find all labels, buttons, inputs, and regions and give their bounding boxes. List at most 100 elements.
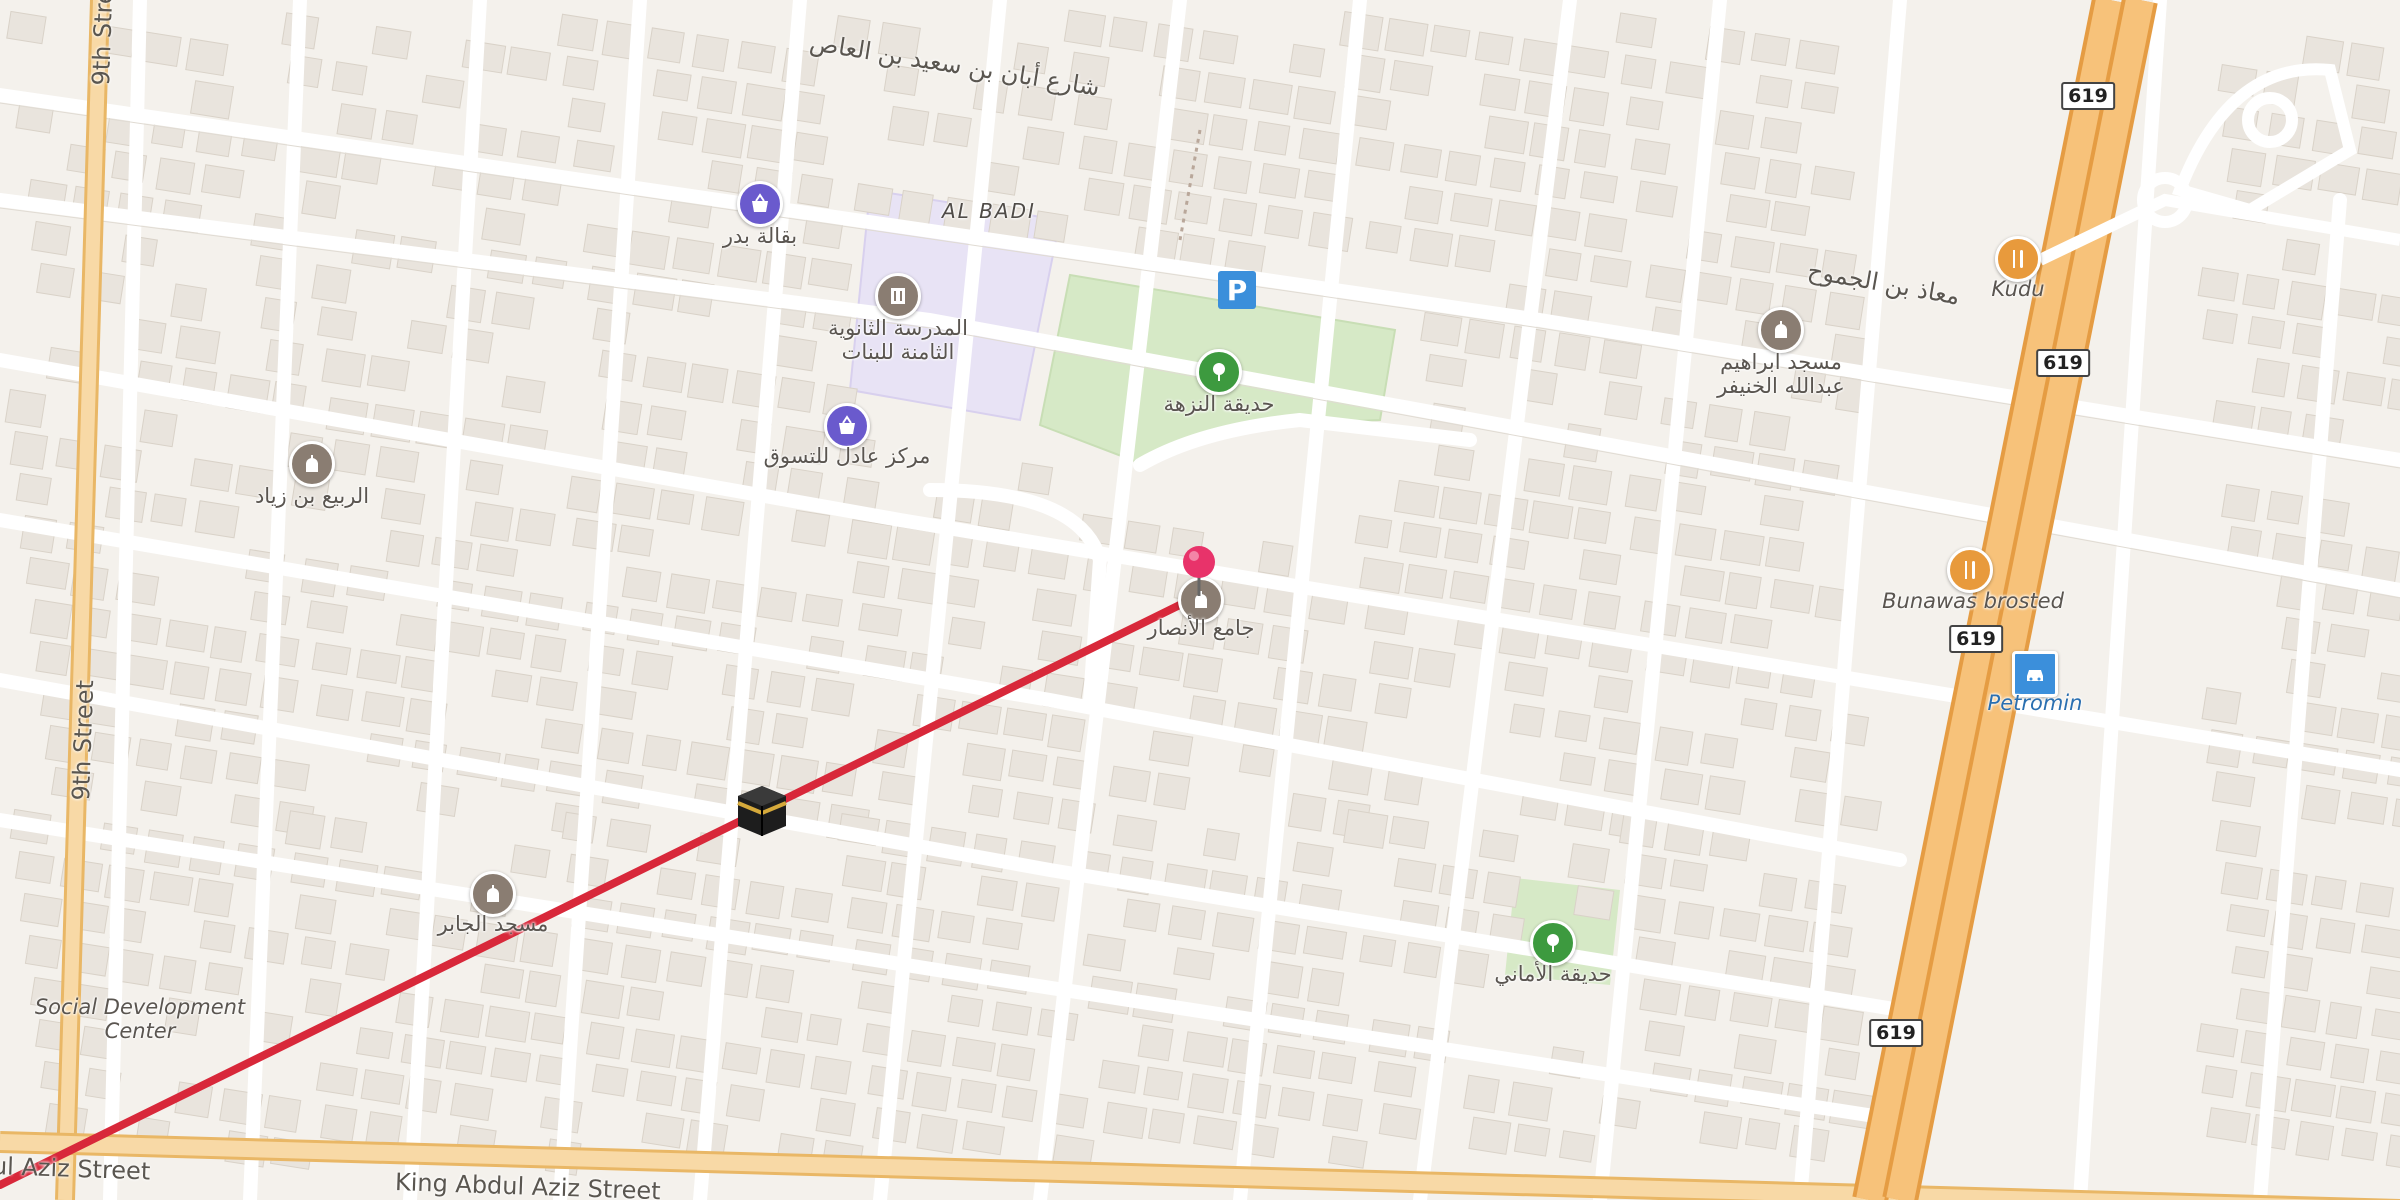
building-block: [1800, 81, 1839, 114]
building-block: [481, 207, 526, 246]
building-block: [9, 430, 49, 470]
mosque-icon[interactable]: [289, 441, 335, 487]
building-block: [315, 1062, 358, 1097]
building-block: [225, 752, 263, 785]
building-block: [567, 97, 606, 133]
building-block: [1293, 85, 1336, 125]
building-block: [771, 712, 808, 749]
tree-icon[interactable]: [1196, 349, 1242, 395]
building-block: [1047, 714, 1086, 753]
building-block: [791, 509, 831, 547]
building-block: [2357, 126, 2398, 160]
building-block: [911, 1071, 952, 1112]
building-block: [2281, 238, 2321, 276]
building-block: [320, 1104, 358, 1143]
building-block: [2290, 1078, 2337, 1118]
shopping-basket-icon[interactable]: [737, 181, 783, 227]
building-block: [1253, 120, 1291, 156]
building-block: [1373, 1061, 1417, 1098]
building-block: [1264, 204, 1304, 239]
building-block: [810, 1055, 852, 1095]
building-block: [1359, 557, 1404, 595]
poi-label-mosque-ibrahim: مسجد ابراهيم عبدالله الخنيفر: [1717, 350, 1845, 399]
poi-label-social-center: Social Development Center: [34, 995, 246, 1044]
poi-label-petromin: Petromin: [1987, 691, 2083, 715]
building-block: [2325, 1001, 2362, 1040]
building-block: [2247, 315, 2286, 350]
building-block: [1063, 9, 1107, 48]
building-block: [686, 363, 729, 404]
building-block: [952, 1036, 996, 1073]
building-block: [1599, 339, 1643, 379]
building-block: [968, 784, 1004, 818]
building-block: [1292, 841, 1334, 877]
building-block: [1573, 507, 1612, 545]
mosque-icon[interactable]: [470, 871, 516, 917]
building-block: [1008, 749, 1048, 782]
building-block: [1740, 698, 1778, 731]
building-block: [1699, 1111, 1743, 1150]
street-label-9th-top: 9th Street: [87, 0, 120, 86]
building-block: [1123, 520, 1161, 554]
building-block: [807, 257, 853, 291]
building-block: [395, 613, 440, 652]
building-block: [1523, 458, 1566, 497]
building-block: [311, 264, 352, 304]
building-block: [1824, 291, 1865, 331]
building-block: [1545, 248, 1582, 282]
building-block: [1504, 661, 1548, 697]
building-block: [1719, 530, 1765, 566]
building-block: [1399, 521, 1442, 558]
building-block: [591, 1063, 629, 1097]
mosque-icon[interactable]: [1758, 307, 1804, 353]
parking-icon[interactable]: P: [1218, 271, 1256, 309]
building-block: [2266, 490, 2304, 525]
building-block: [315, 684, 354, 722]
building-block: [380, 487, 426, 525]
building-block: [641, 734, 682, 772]
building-block: [1593, 675, 1634, 713]
building-block: [1112, 814, 1158, 852]
poi-label-adel-center: مركز عادل للتسوق: [763, 444, 931, 468]
building-block: [1003, 707, 1048, 741]
building-block: [2202, 309, 2238, 344]
building-block: [1665, 61, 1711, 100]
building-block: [1400, 143, 1443, 179]
building-block: [947, 616, 986, 650]
building-block: [445, 1040, 487, 1075]
building-block: [449, 1082, 494, 1122]
restaurant-icon[interactable]: [1995, 236, 2041, 282]
school-icon[interactable]: [875, 273, 921, 319]
building-block: [355, 1027, 394, 1060]
building-block: [2336, 707, 2380, 744]
building-block: [321, 348, 366, 388]
poi-label-park-nuzha: حديقة النزهة: [1163, 392, 1275, 416]
tree-icon[interactable]: [1530, 920, 1576, 966]
building-block: [1258, 162, 1301, 199]
building-block: [1554, 332, 1591, 371]
building-block: [330, 817, 368, 853]
building-block: [1730, 614, 1773, 649]
building-block: [806, 1013, 842, 1046]
building-block: [1182, 653, 1224, 693]
building-block: [1824, 1047, 1860, 1081]
building-block: [2286, 1036, 2326, 1071]
location-pin-icon[interactable]: [1179, 544, 1219, 600]
building-block: [1468, 1116, 1512, 1155]
building-block: [1489, 157, 1526, 193]
district-label: AL BADI: [942, 199, 1036, 223]
building-block: [1714, 110, 1755, 150]
building-block: [1474, 31, 1514, 66]
shopping-basket-icon[interactable]: [824, 403, 870, 449]
building-block: [194, 500, 240, 539]
building-block: [486, 627, 526, 660]
building-block: [1719, 908, 1761, 942]
map-view[interactable]: 9th Street 9th Street ul Aziz Street Kin…: [0, 0, 2400, 1200]
kaaba-icon[interactable]: [734, 782, 790, 842]
restaurant-icon[interactable]: [1947, 547, 1993, 593]
building-block: [294, 894, 337, 935]
building-block: [1342, 809, 1389, 849]
building-block: [858, 603, 903, 637]
building-block: [515, 508, 556, 547]
building-block: [701, 118, 747, 159]
